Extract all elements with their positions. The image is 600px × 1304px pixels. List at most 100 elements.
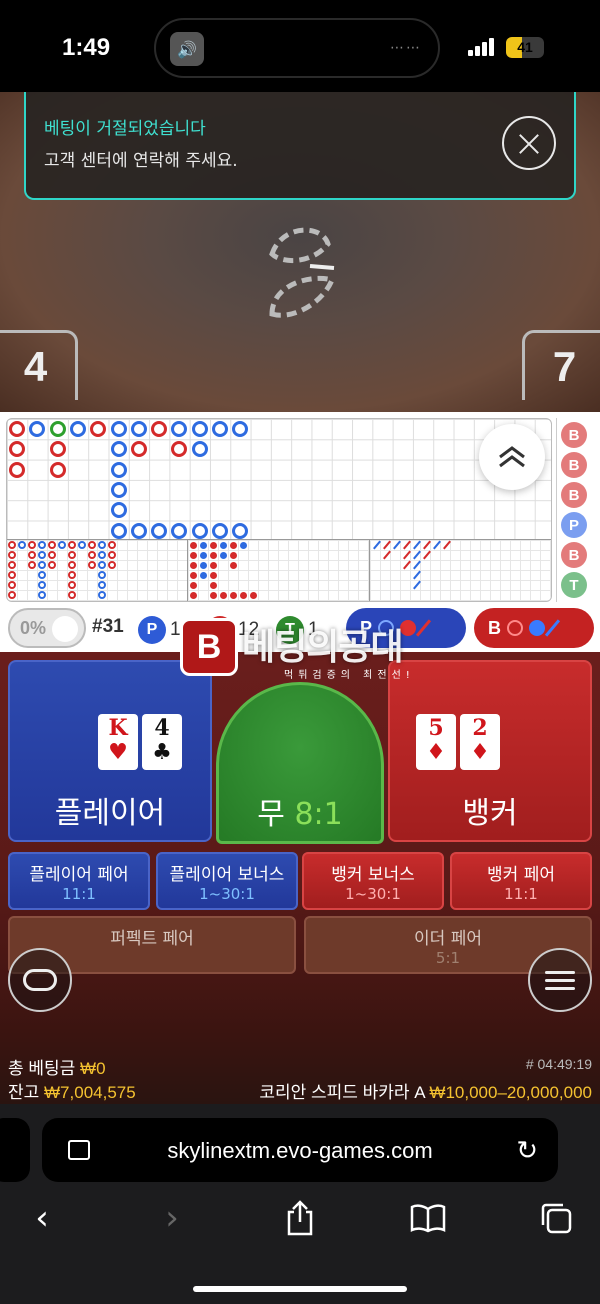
expand-roadmap-button[interactable] <box>479 424 545 490</box>
road-ring <box>48 561 56 569</box>
table-limits: 코리안 스피드 바카라 A ₩10,000–20,000,000 <box>259 1083 592 1102</box>
road-ring <box>38 571 46 579</box>
road-bead <box>151 421 168 437</box>
round-number: #31 <box>92 616 124 637</box>
forward-icon[interactable]: › <box>150 1196 194 1240</box>
playing-card: K ♥ <box>98 714 138 770</box>
player-bonus-bet[interactable]: 플레이어 보너스 1~30:1 <box>156 852 298 910</box>
share-icon[interactable] <box>278 1196 322 1240</box>
close-icon[interactable] <box>502 116 556 170</box>
road-bead <box>110 481 127 498</box>
road-ring <box>68 561 76 569</box>
road-ring <box>68 581 76 589</box>
clock: 1:49 <box>62 34 111 61</box>
side-bet-name: 플레이어 보너스 <box>169 865 285 885</box>
road-dot <box>230 542 237 549</box>
road-dot <box>230 562 237 569</box>
banker-bonus-bet[interactable]: 뱅커 보너스 1~30:1 <box>302 852 444 910</box>
road-dot <box>190 592 197 599</box>
player-score: 4 <box>0 330 78 400</box>
road-ring <box>108 551 116 559</box>
road-bead <box>232 421 249 437</box>
road-ring <box>38 581 46 589</box>
road-bead <box>232 522 249 539</box>
road-slash <box>413 570 421 580</box>
browser-toolbar: ‹ › <box>0 1196 600 1256</box>
road-bead <box>130 522 147 539</box>
dynamic-island: 🔊 ⋯⋯ <box>154 18 440 78</box>
player-pair-bet[interactable]: 플레이어 페어 11:1 <box>8 852 150 910</box>
road-slash <box>443 540 451 550</box>
road-ring <box>98 591 106 599</box>
road-bead <box>171 421 188 437</box>
tabs-icon[interactable] <box>534 1196 578 1240</box>
banker-pair-bet[interactable]: 뱅커 페어 11:1 <box>450 852 592 910</box>
playing-card: 4 ♣ <box>142 714 182 770</box>
road-dot <box>190 552 197 559</box>
road-ring <box>48 541 56 549</box>
balance: 잔고 ₩7,004,575 <box>8 1083 136 1102</box>
road-ring <box>98 561 106 569</box>
battery-level: 41 <box>517 39 533 55</box>
player-bet-spot[interactable]: K ♥ 4 ♣ 플레이어 <box>8 660 212 842</box>
bead-road-column: B B B P B T <box>556 418 600 602</box>
small-road <box>188 539 370 601</box>
road-bead <box>9 461 25 478</box>
betting-table: K ♥ 4 ♣ 플레이어 무 8:1 5 ♦ 2 ♦ 뱅커 플레이어 페어 11:1 플… <box>0 652 600 1104</box>
watermark-title: 베팅의공대 <box>242 627 404 668</box>
road-bead <box>69 421 86 437</box>
road-ring <box>68 551 76 559</box>
road-dot <box>210 592 217 599</box>
tie-bet-spot[interactable]: 무 8:1 <box>216 682 384 844</box>
chip-icon <box>23 969 57 991</box>
banker-score: 7 <box>522 330 600 400</box>
ring-icon <box>507 620 523 636</box>
speaker-icon: 🔊 <box>170 32 204 66</box>
road-slash <box>413 560 421 570</box>
reload-icon[interactable]: ↻ <box>516 1136 538 1166</box>
road-dot <box>220 592 227 599</box>
battery-icon: 41 <box>506 37 544 58</box>
roadmap-panel: B B B P B T <box>0 412 600 604</box>
watermark-subtitle: 먹튀검증의 최전선! <box>284 670 415 681</box>
road-ring <box>8 561 16 569</box>
watermark-icon: B <box>180 618 238 676</box>
road-slash <box>413 580 421 590</box>
road-slash <box>383 540 391 550</box>
road-dot <box>210 552 217 559</box>
banker-cards: 5 ♦ 2 ♦ <box>416 714 500 770</box>
address-bar[interactable]: skylinextm.evo-games.com ↻ <box>42 1118 558 1182</box>
road-ring <box>8 581 16 589</box>
road-slash <box>383 550 391 560</box>
road-dot <box>210 542 217 549</box>
player-cards: K ♥ 4 ♣ <box>98 714 182 770</box>
road-ring <box>48 551 56 559</box>
road-slash <box>373 540 381 550</box>
big-eye-road <box>7 539 188 601</box>
side-bet-odds: 1~30:1 <box>199 885 255 903</box>
menu-button[interactable] <box>528 948 592 1012</box>
percent-toggle[interactable]: 0% <box>8 608 86 648</box>
road-bead <box>191 441 208 458</box>
banker-ask-button[interactable]: B <box>474 608 594 648</box>
chip-button[interactable] <box>8 948 72 1012</box>
bead-road-item: B <box>561 422 587 448</box>
side-bet-name: 퍼펙트 페어 <box>110 929 194 949</box>
previous-tab[interactable] <box>0 1118 30 1182</box>
bead-road-item: B <box>561 542 587 568</box>
back-icon[interactable]: ‹ <box>20 1196 64 1240</box>
side-bet-name: 이더 페어 <box>414 929 482 949</box>
banker-bet-spot[interactable]: 5 ♦ 2 ♦ 뱅커 <box>388 660 592 842</box>
playing-card: 2 ♦ <box>460 714 500 770</box>
road-ring <box>98 551 106 559</box>
road-dot <box>200 542 207 549</box>
notification-title: 베팅이 거절되었습니다 <box>44 119 206 139</box>
cockroach-road <box>370 539 551 601</box>
bead-road-item: B <box>561 482 587 508</box>
bookmarks-icon[interactable] <box>406 1196 450 1240</box>
road-ring <box>58 541 66 549</box>
road-dot <box>240 542 247 549</box>
game-id: # 04:49:19 <box>525 1056 592 1072</box>
bead-road-item: B <box>561 452 587 478</box>
road-dot <box>250 592 257 599</box>
